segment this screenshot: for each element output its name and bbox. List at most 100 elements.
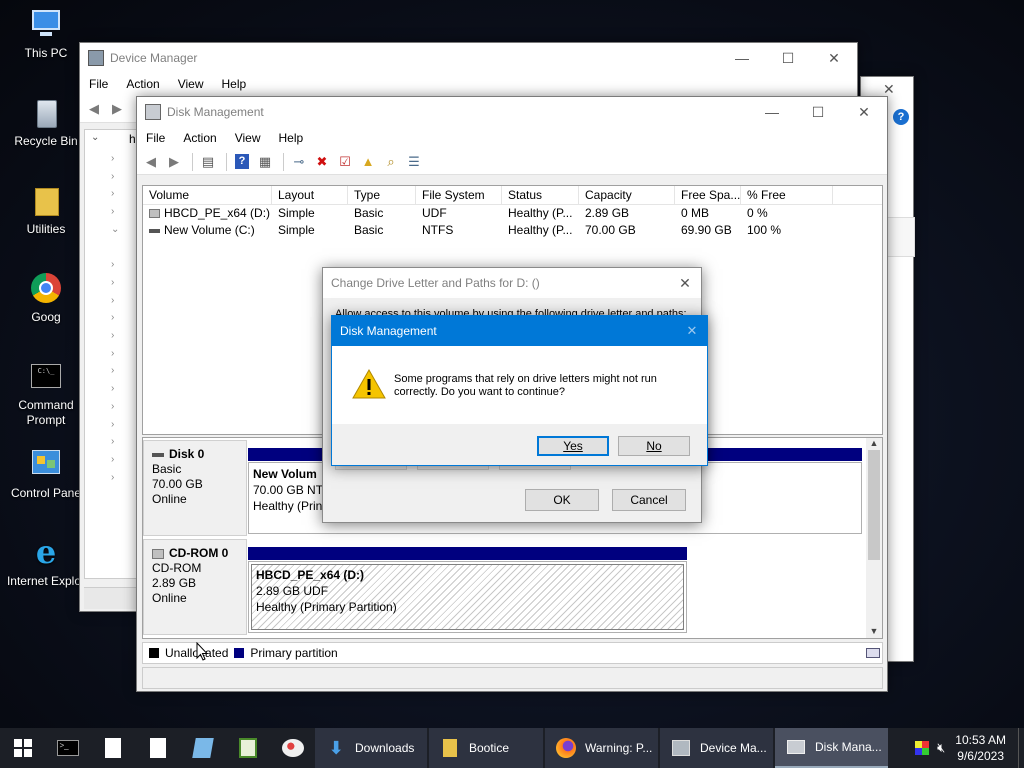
disk-management-titlebar[interactable]: Disk Management — ☐ ✕ — [137, 97, 887, 127]
column-header[interactable]: Layout — [272, 186, 348, 204]
disk-0-label[interactable]: Disk 0 Basic 70.00 GB Online — [143, 440, 247, 536]
close-button[interactable]: ✕ — [841, 97, 887, 127]
disk-management-toolbar: ◀ ▶ ▤ ? ▦ ⊸ ✖ ☑ ▲ ⌕ ☰ — [137, 149, 887, 175]
delete-icon[interactable]: ✖ — [312, 152, 332, 172]
dialog-titlebar[interactable]: Disk Management ✕ — [332, 316, 707, 346]
confirm-dialog[interactable]: Disk Management ✕ Some programs that rel… — [331, 315, 708, 466]
cancel-button[interactable]: Cancel — [612, 489, 686, 511]
disk-name: CD-ROM 0 — [169, 546, 229, 560]
tree-root-label[interactable]: h — [129, 132, 136, 146]
show-desktop-button[interactable] — [1018, 728, 1024, 768]
close-button[interactable]: ✕ — [811, 43, 857, 73]
spreadsheet-icon[interactable] — [225, 728, 270, 768]
message-line-1: Some programs that rely on drive letters… — [394, 373, 657, 385]
column-header[interactable]: Type — [348, 186, 416, 204]
dialog-message: Some programs that rely on drive letters… — [394, 373, 694, 399]
firefox-icon — [555, 737, 577, 759]
menu-help[interactable]: Help — [213, 77, 256, 91]
close-button[interactable]: ✕ — [669, 268, 701, 298]
legend-primary: Primary partition — [250, 646, 338, 660]
menu-help[interactable]: Help — [270, 131, 313, 145]
search-icon[interactable]: ⌕ — [381, 152, 401, 172]
device-manager-menubar: File Action View Help — [80, 73, 857, 95]
primary-swatch — [234, 648, 245, 658]
chevron-down-icon[interactable]: ⌄ — [91, 132, 99, 143]
table-row[interactable]: New Volume (C:) Simple Basic NTFS Health… — [143, 222, 882, 239]
cdrom-0-label[interactable]: CD-ROM 0 CD-ROM 2.89 GB Online — [143, 539, 247, 635]
volume-muted-icon[interactable]: 🔇︎ — [937, 740, 945, 756]
help-icon[interactable]: ? — [232, 152, 252, 172]
partition-d[interactable]: HBCD_PE_x64 (D:) 2.89 GB UDF Healthy (Pr… — [248, 561, 687, 633]
menu-file[interactable]: File — [137, 131, 174, 145]
disk-status: Online — [152, 492, 187, 506]
document-icon[interactable] — [135, 728, 180, 768]
column-header[interactable]: Status — [502, 186, 579, 204]
column-header[interactable]: Volume — [143, 186, 272, 204]
close-icon[interactable]: ✕ — [677, 323, 707, 339]
dialog-title: Change Drive Letter and Paths for D: () — [331, 276, 540, 290]
maximize-button[interactable]: ☐ — [795, 97, 841, 127]
taskbar-app-label: Bootice — [469, 741, 510, 755]
back-arrow-icon[interactable]: ◀ — [84, 99, 104, 119]
window-title: Device Manager — [110, 51, 198, 65]
menu-view[interactable]: View — [169, 77, 213, 91]
column-header[interactable]: Capacity — [579, 186, 675, 204]
menu-file[interactable]: File — [80, 77, 117, 91]
internet-explorer-icon: e — [35, 533, 57, 571]
device-manager-statusbar — [84, 587, 144, 609]
back-arrow-icon[interactable]: ◀ — [141, 152, 161, 172]
properties-icon[interactable]: ▦ — [255, 152, 275, 172]
table-row[interactable]: HBCD_PE_x64 (D:) Simple Basic UDF Health… — [143, 205, 882, 222]
minimize-button[interactable]: — — [749, 97, 795, 127]
column-header[interactable]: % Free — [741, 186, 833, 204]
dialog-titlebar[interactable]: Change Drive Letter and Paths for D: () … — [323, 268, 701, 298]
paint-icon[interactable] — [270, 728, 315, 768]
column-header[interactable]: Free Spa... — [675, 186, 741, 204]
folder-up-icon[interactable]: ▲ — [358, 152, 378, 172]
no-button[interactable]: No — [618, 436, 690, 456]
view-details-icon[interactable]: ☰ — [404, 152, 424, 172]
device-tree[interactable]: ⌄ h › › › › ⌄ › › › › › › › › › › › › › — [84, 129, 144, 579]
menu-action[interactable]: Action — [174, 131, 225, 145]
scroll-thumb[interactable] — [868, 450, 880, 560]
window-title: Disk Management — [167, 105, 264, 119]
document-icon[interactable] — [90, 728, 135, 768]
disk-status: Online — [152, 591, 187, 605]
control-panel-icon — [29, 448, 63, 482]
check-icon[interactable]: ☑ — [335, 152, 355, 172]
taskbar-app-firefox[interactable]: Warning: P... — [545, 728, 658, 768]
maximize-button[interactable]: ☐ — [765, 43, 811, 73]
scroll-up-icon[interactable]: ▲ — [866, 438, 882, 448]
taskbar-app-downloads[interactable]: ⬇ Downloads — [315, 728, 427, 768]
notepad-icon[interactable] — [180, 728, 225, 768]
taskbar-app-disk-management[interactable]: Disk Mana... — [775, 728, 888, 768]
ok-button[interactable]: OK — [525, 489, 599, 511]
help-icon[interactable]: ? — [893, 109, 909, 125]
volume-list-header: Volume Layout Type File System Status Ca… — [143, 186, 882, 205]
taskbar-app-bootice[interactable]: Bootice — [429, 728, 543, 768]
menu-view[interactable]: View — [226, 131, 270, 145]
terminal-icon[interactable]: >_ — [45, 728, 90, 768]
taskbar-app-device-manager[interactable]: Device Ma... — [660, 728, 773, 768]
color-icon[interactable] — [915, 741, 930, 755]
disk-list-icon[interactable]: ▤ — [198, 152, 218, 172]
clock[interactable]: 10:53 AM 9/6/2023 — [949, 732, 1018, 764]
minimize-button[interactable]: — — [719, 43, 765, 73]
connect-drive-icon[interactable]: ⊸ — [289, 152, 309, 172]
status-bar — [142, 667, 883, 689]
forward-arrow-icon[interactable]: ▶ — [164, 152, 184, 172]
forward-arrow-icon[interactable]: ▶ — [107, 99, 127, 119]
vertical-scrollbar[interactable]: ▲ ▼ — [866, 438, 882, 638]
tree-expand-icons: › › › › ⌄ › › › › › › › › › › › › › — [111, 153, 120, 483]
taskbar: >_ ⬇ Downloads Bootice Warning: P... Dev… — [0, 728, 1024, 768]
chrome-icon — [29, 272, 63, 306]
scroll-down-icon[interactable]: ▼ — [866, 626, 882, 636]
start-button[interactable] — [0, 728, 45, 768]
yes-button[interactable]: Yes — [537, 436, 609, 456]
legend-settings-icon[interactable] — [866, 648, 880, 658]
disk-name: Disk 0 — [169, 447, 205, 461]
device-manager-titlebar[interactable]: Device Manager — ☐ ✕ — [80, 43, 857, 73]
menu-action[interactable]: Action — [117, 77, 168, 91]
taskbar-app-label: Downloads — [355, 741, 415, 755]
column-header[interactable]: File System — [416, 186, 502, 204]
